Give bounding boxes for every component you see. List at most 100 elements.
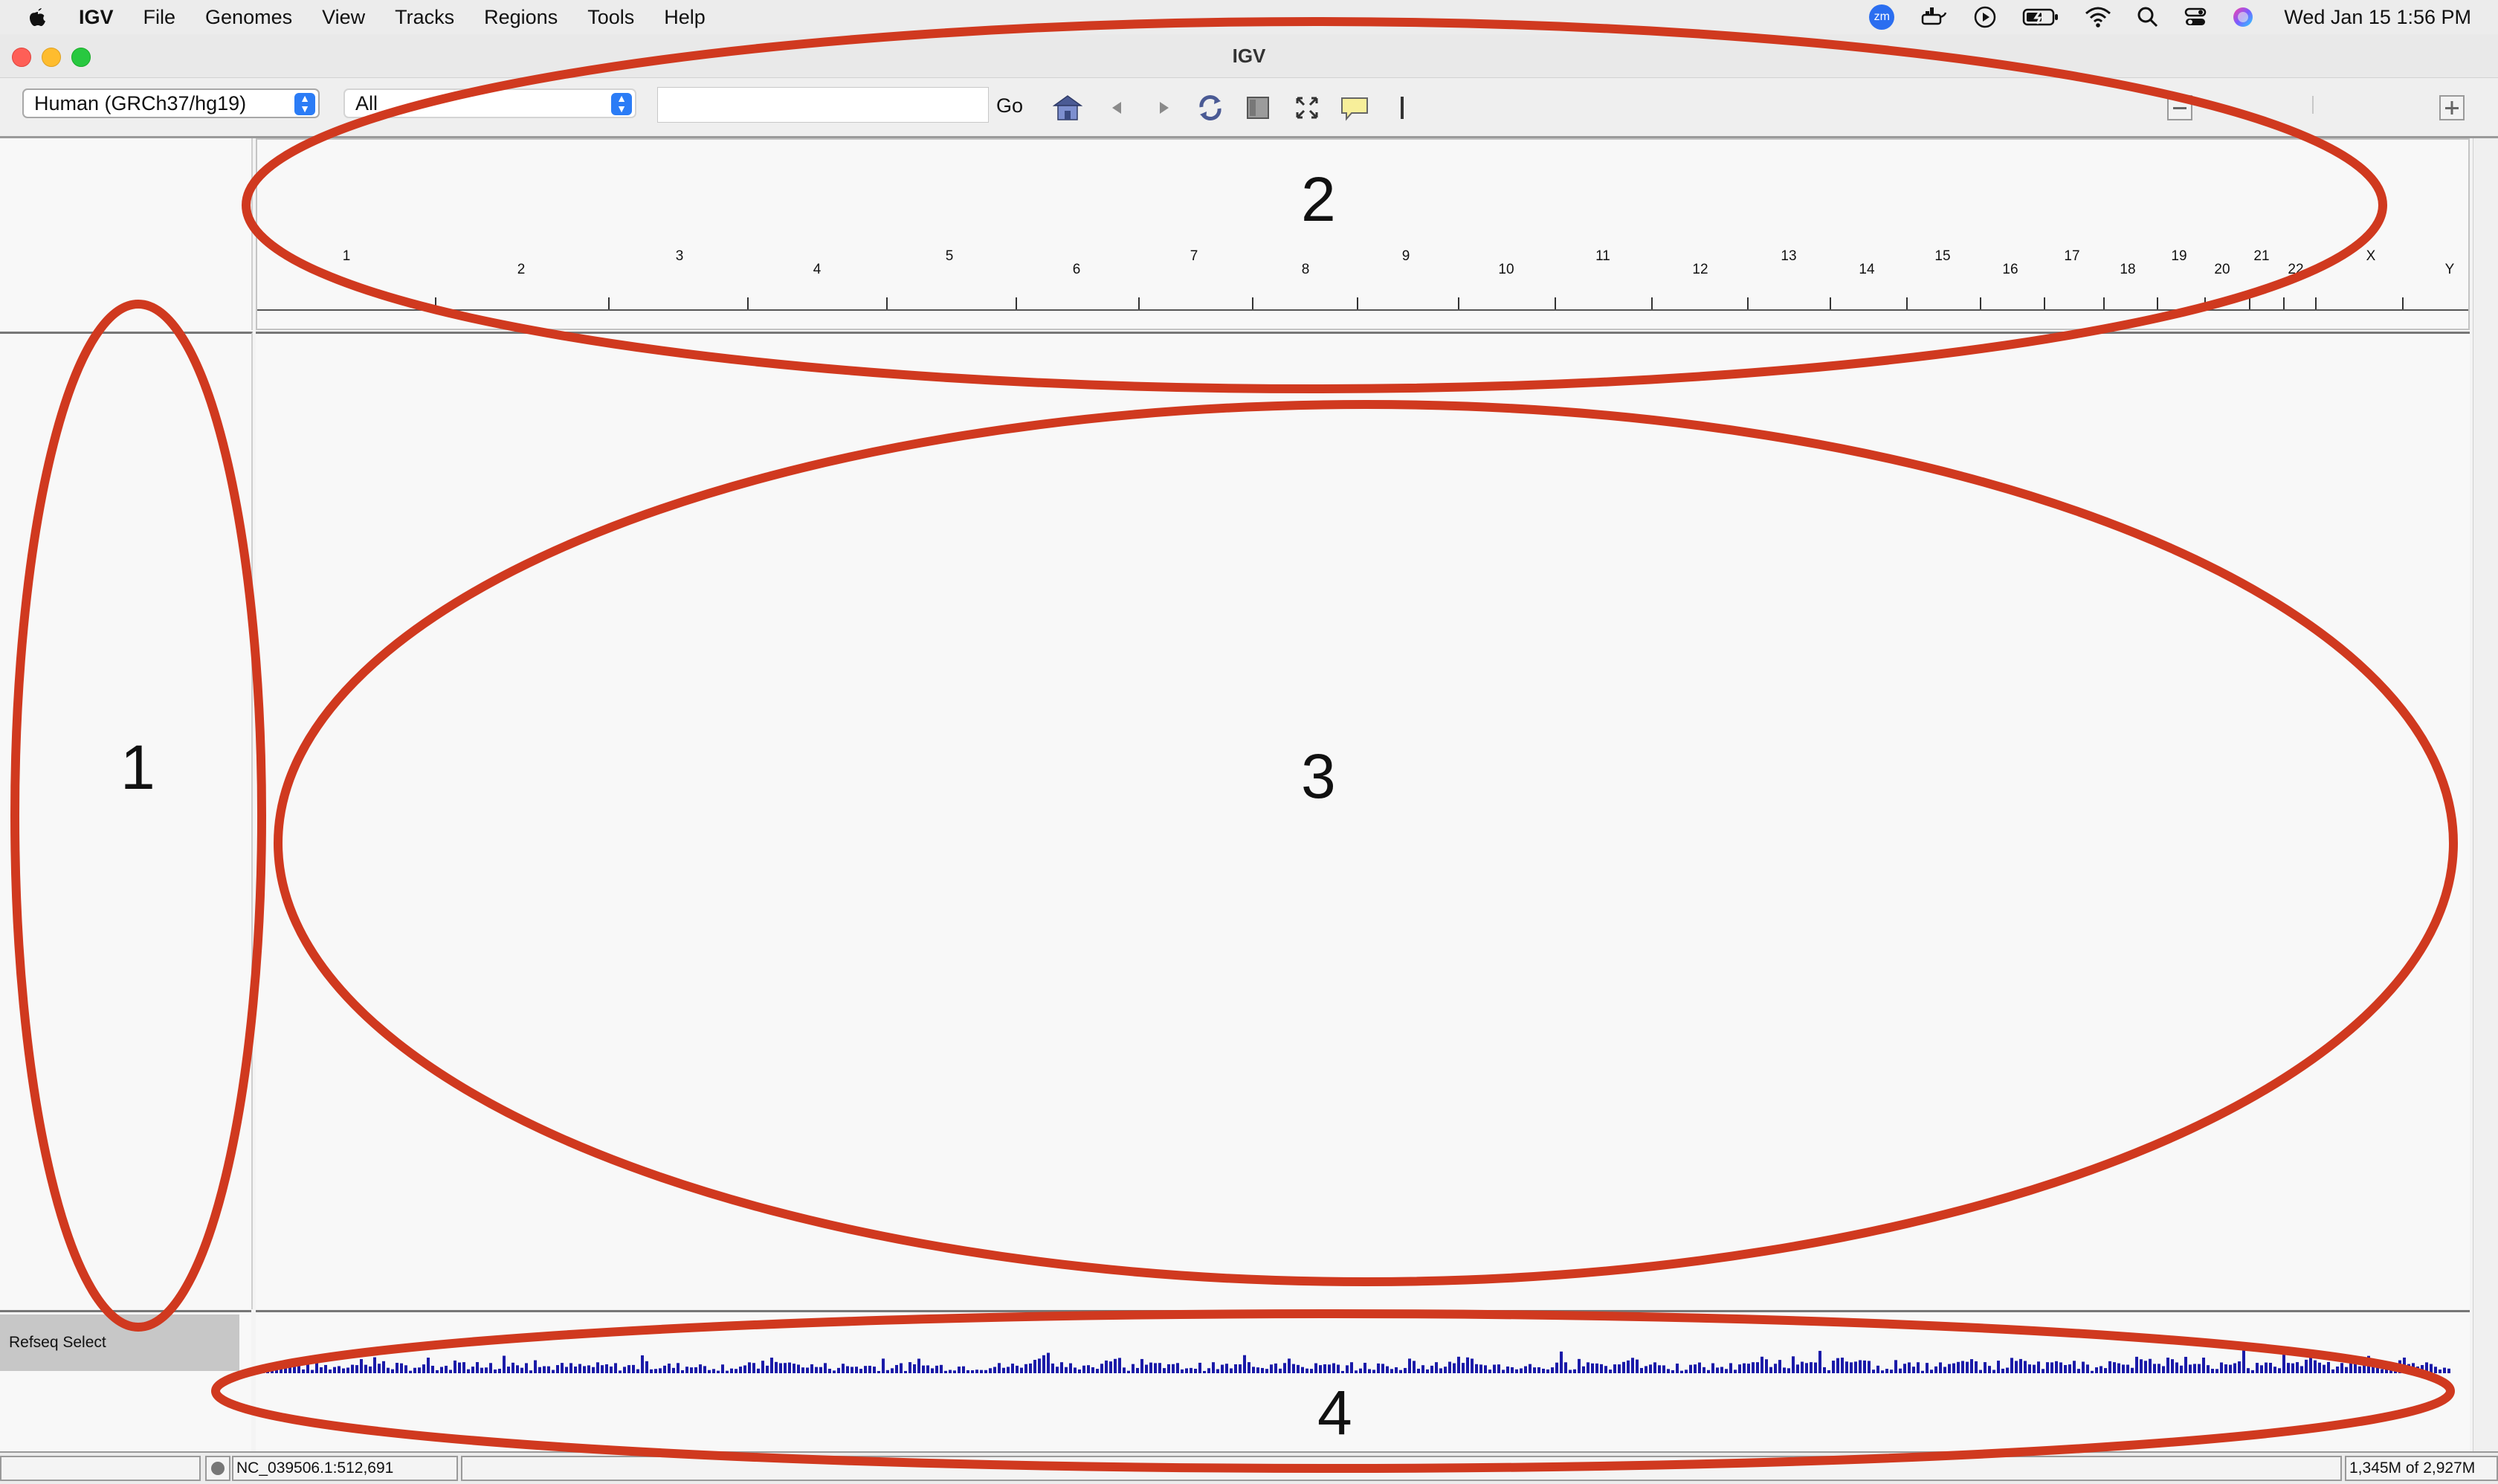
feature-density-bar [1854, 1361, 1857, 1373]
play-circle-icon[interactable] [1973, 5, 1997, 29]
refseq-feature-track[interactable] [256, 1312, 2470, 1401]
feature-density-bar [735, 1369, 738, 1373]
feature-density-bar [2363, 1363, 2366, 1373]
ruler-chromosome-label[interactable]: 9 [1402, 248, 1410, 264]
ruler-chromosome-label[interactable]: 7 [1190, 248, 1198, 264]
clock[interactable]: Wed Jan 15 1:56 PM [2284, 6, 2471, 29]
feature-density-bar [1582, 1366, 1585, 1373]
feature-density-bar [547, 1366, 550, 1373]
ruler-chromosome-label[interactable]: 12 [1692, 262, 1708, 277]
back-arrow-icon[interactable] [1102, 93, 1132, 123]
feature-density-bar [1270, 1364, 1273, 1373]
ruler-chromosome-label[interactable]: 18 [2120, 262, 2135, 277]
ruler-chromosome-label[interactable]: 6 [1073, 262, 1081, 277]
feature-density-bar [2376, 1366, 2379, 1373]
menu-tracks[interactable]: Tracks [395, 6, 454, 29]
menu-file[interactable]: File [143, 6, 176, 29]
data-panel[interactable] [256, 332, 2470, 1309]
zoom-status-icon[interactable]: zm [1869, 4, 1895, 30]
feature-density-bar [1801, 1361, 1804, 1373]
wifi-icon[interactable] [2085, 6, 2111, 28]
zoom-out-icon[interactable] [2165, 93, 2195, 123]
feature-density-bar [605, 1364, 608, 1373]
feature-density-bar [467, 1369, 470, 1373]
ruler-line-icon[interactable] [1387, 93, 1417, 123]
siri-icon[interactable] [2232, 6, 2254, 28]
ruler-chromosome-label[interactable]: 4 [813, 262, 822, 277]
ruler-chromosome-label[interactable]: 19 [2171, 248, 2186, 264]
genome-dropdown[interactable]: Human (GRCh37/hg19) ▲ ▼ [22, 88, 320, 118]
ruler-chromosome-label[interactable]: 14 [1859, 262, 1875, 277]
feature-density-bar [1948, 1364, 1951, 1373]
menu-app-igv[interactable]: IGV [79, 6, 114, 29]
feature-density-bar [2091, 1370, 2094, 1373]
feature-density-bar [797, 1364, 800, 1373]
feature-panel[interactable] [256, 1310, 2470, 1454]
locus-search-input[interactable] [657, 87, 989, 123]
feature-density-bar [494, 1370, 497, 1373]
chromosome-dropdown[interactable]: All ▲ ▼ [343, 88, 636, 118]
fit-to-window-icon[interactable] [1292, 93, 1322, 123]
ruler-chromosome-label[interactable]: 17 [2064, 248, 2079, 264]
feature-density-bar [2278, 1368, 2281, 1373]
ruler-chromosome-label[interactable]: 15 [1934, 248, 1950, 264]
ruler-chromosome-label[interactable]: X [2366, 248, 2376, 264]
region-navigator-icon[interactable] [1243, 93, 1273, 123]
ruler-chromosome-label[interactable]: 11 [1595, 248, 1610, 264]
battery-icon[interactable] [2022, 7, 2059, 28]
track-name-refseq-select[interactable]: Refseq Select [0, 1314, 239, 1371]
feature-density-bar [561, 1363, 564, 1373]
feature-density-bar [1346, 1365, 1349, 1373]
chromosome-ruler-panel[interactable]: 1 2 3 4 5 6 7 8 9 10 11 12 13 14 15 16 17 18 19 20 21 22 X Y [256, 138, 2470, 330]
refresh-icon[interactable] [1195, 93, 1225, 123]
feature-density-bar [2006, 1367, 2009, 1373]
ruler-chromosome-label[interactable]: 13 [1781, 248, 1796, 264]
feature-density-bar [703, 1366, 706, 1373]
menu-view[interactable]: View [322, 6, 365, 29]
ruler-chromosome-label[interactable]: 2 [517, 262, 526, 277]
memory-usage[interactable]: 1,345M of 2,927M [2345, 1456, 2498, 1481]
feature-density-bar [828, 1369, 831, 1373]
feature-density-bar [1176, 1363, 1179, 1373]
vertical-scrollbar[interactable] [2473, 138, 2498, 1451]
control-center-icon[interactable] [2184, 6, 2207, 28]
feature-density-bar [1569, 1370, 1572, 1373]
ruler-chromosome-label[interactable]: 16 [2002, 262, 2018, 277]
ruler-chromosome-label[interactable]: 3 [676, 248, 684, 264]
ruler-chromosome-label[interactable]: 20 [2214, 262, 2230, 277]
ruler-chromosome-label[interactable]: 22 [2288, 262, 2303, 277]
menu-help[interactable]: Help [664, 6, 706, 29]
search-icon[interactable] [2137, 6, 2159, 28]
feature-density-bar [752, 1363, 755, 1373]
feature-density-bar [1587, 1362, 1590, 1373]
menu-genomes[interactable]: Genomes [205, 6, 292, 29]
popup-info-icon[interactable] [1340, 93, 1369, 123]
chromosome-ruler[interactable]: 12345678910111213141516171819202122XY [257, 140, 2468, 329]
ruler-chromosome-label[interactable]: 1 [343, 248, 351, 264]
feature-density-bar [2336, 1367, 2339, 1373]
docker-icon[interactable] [1920, 6, 1948, 28]
feature-density-bar [975, 1370, 978, 1373]
forward-arrow-icon[interactable] [1149, 93, 1179, 123]
zoom-in-icon[interactable] [2437, 93, 2467, 123]
feature-density-bar [1778, 1360, 1781, 1373]
ruler-chromosome-label[interactable]: 5 [946, 248, 954, 264]
ruler-chromosome-label[interactable]: 21 [2253, 248, 2269, 264]
go-button[interactable]: Go [996, 94, 1023, 117]
ruler-chromosome-label[interactable]: 10 [1498, 262, 1514, 277]
feature-density-bar [998, 1363, 1001, 1373]
menu-regions[interactable]: Regions [484, 6, 558, 29]
menu-tools[interactable]: Tools [587, 6, 634, 29]
ruler-chromosome-label[interactable]: 8 [1302, 262, 1310, 277]
feature-density-bar [1363, 1362, 1366, 1373]
feature-density-bar [1988, 1366, 1991, 1373]
ruler-chromosome-label[interactable]: Y [2445, 262, 2455, 277]
home-icon[interactable] [1053, 93, 1082, 123]
feature-density-bar [592, 1367, 595, 1373]
feature-density-bar [2207, 1365, 2210, 1373]
feature-density-bar [1413, 1361, 1416, 1373]
feature-density-bar [1181, 1369, 1184, 1373]
apple-logo-icon[interactable] [27, 6, 49, 28]
feature-density-bar [708, 1370, 711, 1373]
feature-density-bar [1261, 1367, 1264, 1373]
